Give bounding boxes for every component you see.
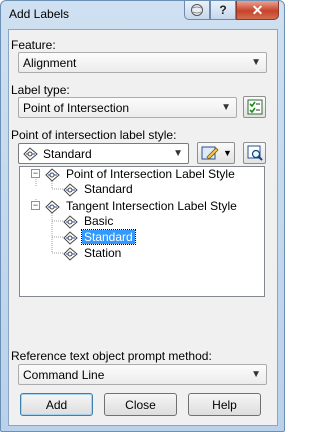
prompt-method-value: Command Line [23,368,105,382]
ball-icon[interactable] [184,1,210,20]
title-buttons: ? ✕ [184,1,279,21]
tree-item-label: Standard [84,182,133,196]
close-button[interactable]: Close [104,393,177,416]
tree-item[interactable]: Station [62,245,123,261]
tree-item[interactable]: Standard [62,181,135,197]
label-style-icon [63,230,78,245]
label-style-icon [45,199,60,214]
chevron-down-icon: ▼ [251,57,261,68]
style-label: Point of intersection label style: [11,128,177,142]
collapse-icon[interactable]: − [31,201,40,210]
help-icon[interactable]: ? [210,1,236,20]
style-value: Standard [43,147,92,161]
label-style-icon [23,147,38,161]
label-style-icon [45,167,60,182]
style-dropdown[interactable]: Standard ▼ [18,143,189,164]
tree-item-selected[interactable]: Standard [62,229,136,245]
add-button[interactable]: Add [20,393,93,416]
label-style-icon [63,182,78,197]
tree-item[interactable]: Tangent Intersection Label Style [44,198,239,214]
tree-item[interactable]: Point of Intersection Label Style [44,166,237,182]
style-tree[interactable]: − Point of Intersection Label Style Stan… [19,166,265,297]
dialog-title: Add Labels [9,7,70,21]
help-button[interactable]: Help [188,393,261,416]
checklist-icon [247,99,262,115]
checklist-button[interactable] [243,96,266,118]
label-style-icon [63,246,78,261]
chevron-down-icon: ▼ [251,369,261,380]
tree-item-label: Station [84,246,122,260]
label-type-dropdown[interactable]: Point of Intersection ▼ [18,97,237,118]
tree-item-label: Standard [81,229,136,245]
label-type-value: Point of Intersection [23,101,130,115]
prompt-method-dropdown[interactable]: Command Line ▼ [18,364,267,385]
label-style-icon [63,214,78,229]
chevron-down-icon: ▼ [173,148,183,159]
tree-item-label: Tangent Intersection Label Style [66,199,237,213]
label-type-label: Label type: [11,83,70,97]
chevron-down-icon: ▼ [221,102,231,113]
tree-item[interactable]: Basic [62,213,115,229]
feature-label: Feature: [11,38,56,52]
close-icon[interactable]: ✕ [236,1,279,20]
tree-item-label: Basic [84,214,114,228]
tree-lines [35,179,64,254]
tree-item-label: Point of Intersection Label Style [66,167,235,181]
title-bar[interactable]: Add Labels ? ✕ [1,1,284,28]
edit-style-button[interactable]: ▼ [197,142,235,164]
feature-dropdown[interactable]: Alignment ▼ [18,52,267,73]
collapse-icon[interactable]: − [31,169,40,178]
feature-value: Alignment [23,56,77,70]
prompt-method-label: Reference text object prompt method: [11,349,212,363]
preview-icon [247,145,263,161]
edit-style-icon [201,146,219,160]
chevron-down-icon[interactable]: ▼ [223,148,232,158]
preview-style-button[interactable] [243,142,266,164]
